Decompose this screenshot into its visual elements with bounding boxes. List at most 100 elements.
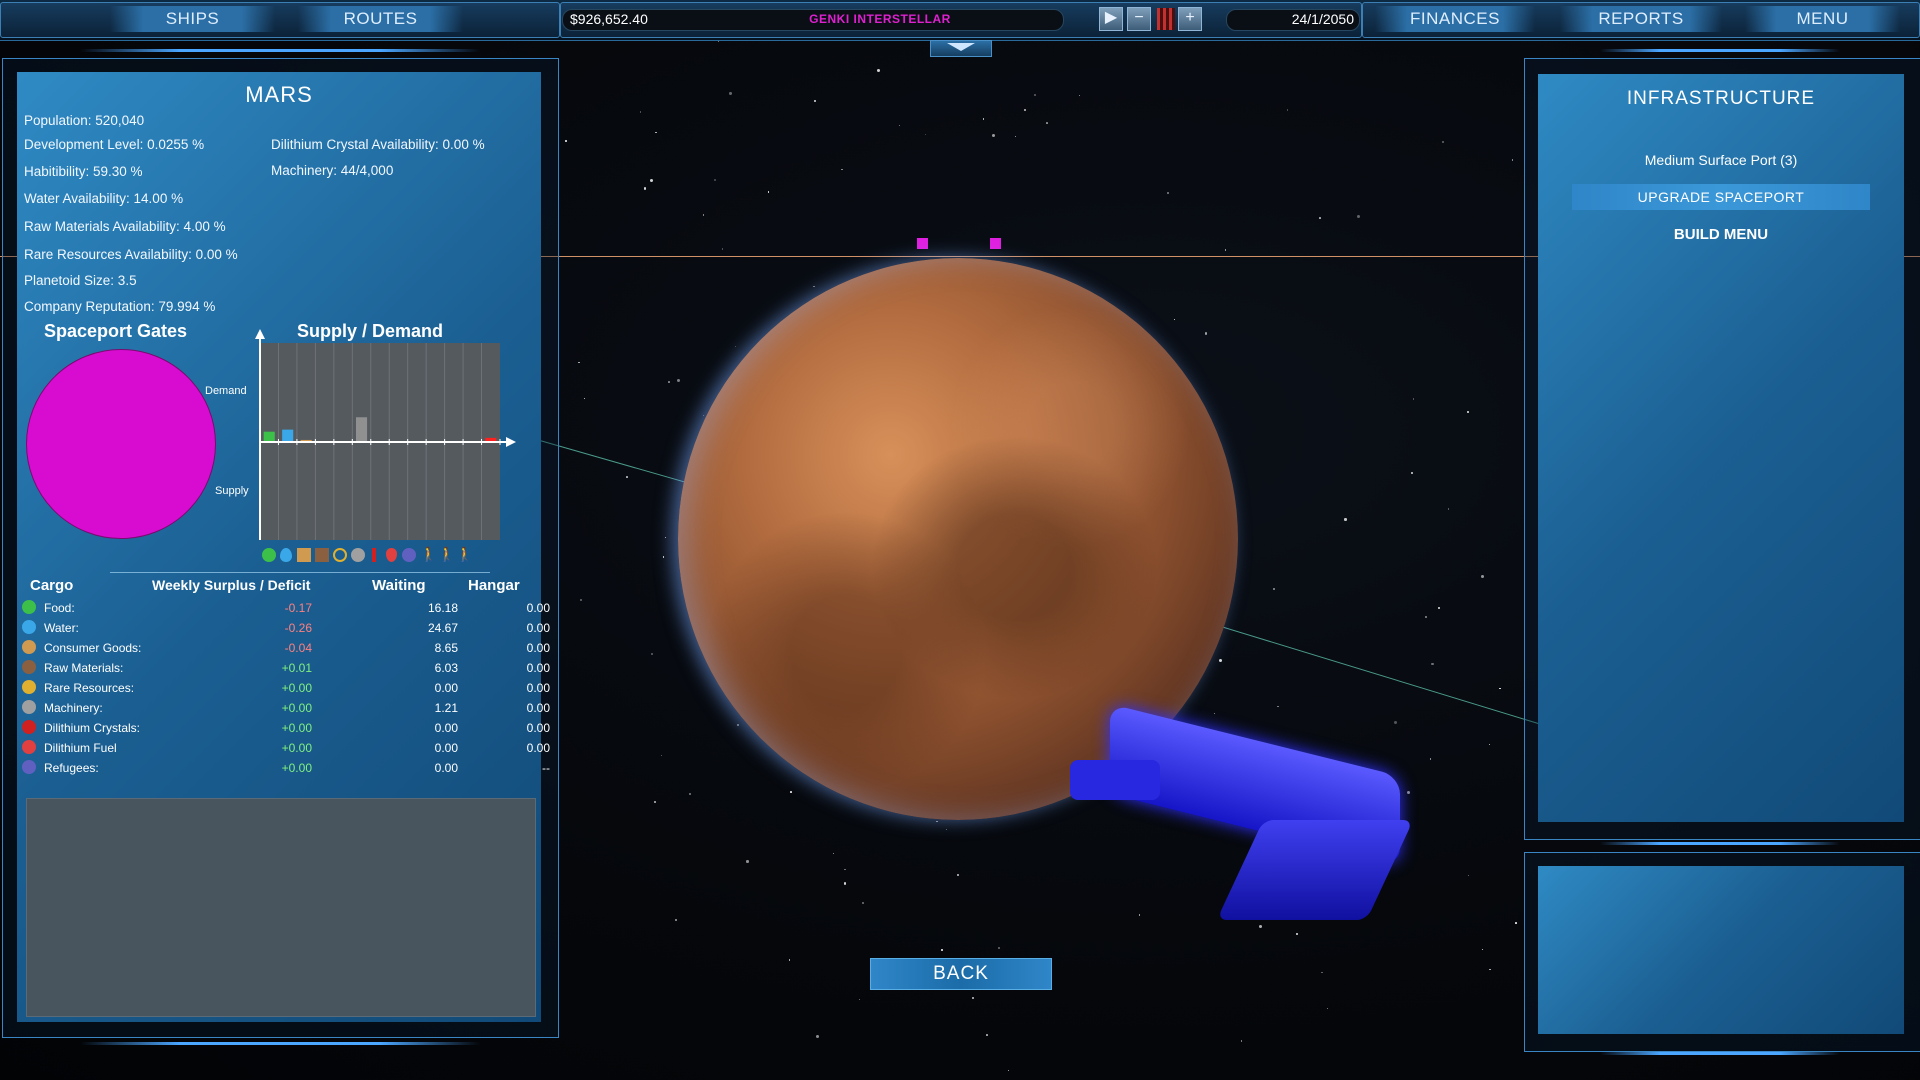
star [843,882,846,885]
star [580,598,583,601]
star [674,918,677,922]
stat-water: Water Availability: 14.00 % [24,191,184,206]
cargo-row: Refugees: +0.00 0.00 -- [22,758,550,778]
cargo-surplus: -0.26 [284,621,312,635]
star [1410,472,1413,475]
spaceship[interactable] [1070,700,1430,940]
cargo-header: Cargo [30,577,74,594]
star [877,68,881,72]
collapse-arrow-button[interactable] [930,40,992,57]
star [578,362,580,364]
star [702,214,705,216]
menu-button[interactable]: MENU [1745,6,1900,32]
star [736,723,739,726]
star [972,997,974,999]
star [898,124,900,127]
star [833,852,835,854]
star [564,139,568,143]
star [982,118,985,121]
star [1511,159,1514,161]
star [945,829,947,831]
infrastructure-title: INFRASTRUCTURE [1626,88,1816,109]
star [814,100,816,102]
star [1326,1007,1329,1010]
cargo-surplus: -0.04 [284,641,312,655]
star [655,131,658,134]
star [862,901,865,904]
water-icon [22,620,36,634]
cargo-hangar: 0.00 [526,661,550,675]
star [1046,121,1048,124]
star [986,1033,989,1036]
marker-icon [917,238,928,249]
upgrade-spaceport-button[interactable]: UPGRADE SPACEPORT [1572,184,1870,210]
cargo-surplus: +0.00 [281,741,312,755]
chevron-down-icon [947,43,975,51]
ships-button[interactable]: SHIPS [110,6,275,32]
cargo-name: Consumer Goods: [44,641,142,655]
star [718,40,720,43]
refugees-icon [22,760,36,774]
cargo-waiting: 8.65 [434,641,458,655]
panel-glow-top [1600,49,1840,52]
back-button[interactable]: BACK [870,958,1052,990]
left-nav-group [0,2,560,38]
star [746,860,749,863]
star [1425,616,1428,619]
star [992,133,996,137]
star [1173,318,1175,320]
star [735,346,737,348]
star [713,178,716,181]
cargo-surplus: -0.17 [284,601,312,615]
company-name: GENKI INTERSTELLAR [809,12,951,26]
consumer-goods-icon [22,640,36,654]
cargo-waiting: 0.00 [434,741,458,755]
play-button[interactable]: ▶ [1099,7,1123,31]
star [583,397,586,400]
cargo-row: Consumer Goods: -0.04 8.65 0.00 [22,638,550,658]
chart-bar [356,417,368,442]
routes-button[interactable]: ROUTES [298,6,463,32]
cargo-row: Rare Resources: +0.00 0.00 0.00 [22,678,550,698]
faster-button[interactable]: + [1178,7,1202,31]
panel-glow-bottom [80,1042,480,1045]
star [1034,94,1036,96]
spaceport-gates-title: Spaceport Gates [44,321,188,341]
finances-button[interactable]: FINANCES [1375,6,1535,32]
passenger-icon: 🚶 [420,546,438,562]
build-menu-button[interactable]: BUILD MENU [1572,224,1870,246]
star [813,286,815,288]
cargo-icon-strip: 🚶 🚶 🚶 [262,546,502,564]
stat-machinery: Machinery: 44/4,000 [271,163,394,178]
star [1225,249,1227,251]
supply-demand-chart [255,329,516,540]
surplus-header: Weekly Surplus / Deficit [152,577,311,593]
chart-x-arrow [506,437,516,447]
chart-bar [282,429,294,442]
dilithium-fuel-icon [22,740,36,754]
cargo-surplus: +0.00 [281,761,312,775]
star [1319,216,1321,219]
cargo-hangar: 0.00 [526,681,550,695]
panel-glow-top [80,49,480,52]
water-icon [280,548,292,562]
spaceport-type: Medium Surface Port (3) [1644,152,1798,168]
waiting-header: Waiting [372,577,426,594]
rare-resources-icon [22,680,36,694]
cargo-hangar: 0.00 [526,641,550,655]
star [1468,874,1470,876]
cargo-name: Refugees: [44,761,99,775]
star [650,653,653,655]
reports-button[interactable]: REPORTS [1560,6,1722,32]
stat-development: Development Level: 0.0255 % [24,137,205,152]
star [1321,972,1323,974]
dilithium-crystals-icon [372,548,376,562]
dilithium-fuel-icon [386,548,397,562]
cargo-name: Dilithium Crystals: [44,721,141,735]
star [1015,136,1017,138]
star [1167,192,1170,195]
star [1431,663,1434,666]
slower-button[interactable]: − [1127,7,1151,31]
rare-resources-icon [333,548,347,562]
star [768,191,770,193]
